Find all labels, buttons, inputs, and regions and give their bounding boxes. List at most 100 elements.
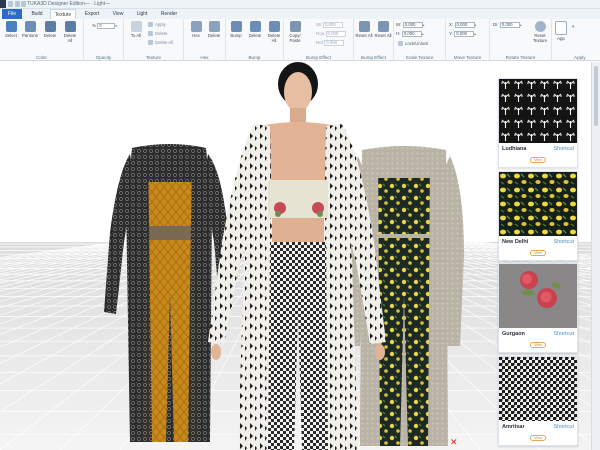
fabric-view-button[interactable]: View — [530, 157, 546, 163]
fabric-swatch-new-delhi — [499, 172, 577, 236]
fabric-view-button[interactable]: View — [530, 250, 546, 256]
reset-shirt-icon — [358, 21, 370, 32]
group-label-texture: Texture — [145, 55, 162, 60]
select-label: Select — [5, 33, 17, 38]
apply-icon — [148, 22, 153, 27]
panel-scrollbar[interactable] — [591, 62, 600, 450]
app-button[interactable]: App — [554, 21, 568, 41]
center-model[interactable] — [178, 62, 418, 450]
delete-label: Delete — [43, 33, 57, 38]
shirt-icon — [64, 21, 76, 32]
copy-paste-label: Copy/ Paste — [289, 33, 301, 43]
fabric-name: New Delhi — [502, 239, 529, 245]
fabric-swatch-gurgaon — [499, 264, 577, 328]
bump-shirt-icon — [230, 21, 242, 32]
tab-build[interactable]: Build — [26, 9, 48, 19]
move-x-field[interactable]: X: 0.000 ▴ — [449, 22, 479, 28]
group-label-hex: Hex — [200, 55, 209, 60]
group-color: Select Pantone Delete Delete All Color — [0, 19, 84, 61]
face — [284, 72, 312, 112]
delete-color-button[interactable]: Delete — [41, 21, 59, 38]
texture-to-all-button[interactable]: To All — [127, 21, 145, 38]
reset-all-button[interactable]: Reset All — [355, 21, 373, 38]
fabric-name: Amritsar — [502, 424, 525, 430]
bump-rou-field[interactable]: Rou 0.000 — [316, 31, 346, 37]
app-icon — [555, 21, 567, 35]
group-scale-texture: W: 0.000 ▴ H: 0.000 ▴ Lock/Unlock Scale Te… — [394, 19, 446, 61]
app-dropdown-icon[interactable]: ▾ — [572, 24, 574, 30]
reset-rotate-icon — [534, 21, 546, 32]
bump-label: Bump — [230, 33, 242, 38]
opacity-field[interactable]: % 0 ▾ — [92, 23, 119, 29]
houndstooth-pants — [268, 242, 328, 450]
bump-delete-all-button[interactable]: Delete All — [265, 21, 283, 43]
app-window: TUKA3D Designer Edition— · Light— File B… — [0, 0, 600, 450]
tab-export[interactable]: Export — [80, 9, 104, 19]
scale-w-field[interactable]: W: 0.000 ▴ — [396, 22, 427, 28]
fabric-shortcut-link[interactable]: Shortcut — [554, 239, 574, 245]
copy-paste-icon — [289, 21, 301, 32]
app-logo-icon — [0, 0, 6, 8]
fabric-card-new-delhi[interactable]: New Delhi Shortcut View — [498, 171, 578, 261]
copy-paste-button[interactable]: Copy/ Paste — [285, 21, 305, 43]
hex-button[interactable]: Hex — [187, 21, 205, 38]
move-y-field[interactable]: Y: 0.000 ▴ — [449, 31, 478, 37]
reset-all-2-button[interactable]: Reset All — [374, 21, 392, 38]
group-label-opacity: Opacity — [95, 55, 112, 60]
group-bump: Bump Delete Delete All Bump — [226, 19, 284, 61]
group-label-scale-texture: Scale Texture — [405, 55, 434, 60]
lock-unlock-button[interactable]: Lock/Unlock — [398, 41, 428, 46]
fabric-card-gurgaon[interactable]: Gurgaon Shortcut View — [498, 263, 578, 353]
color-select-icon — [5, 21, 17, 32]
select-color-button[interactable]: Select — [2, 21, 20, 38]
texture-delete-all-button[interactable]: Delete All — [148, 40, 173, 45]
panel-scrollbar-thumb[interactable] — [594, 66, 598, 126]
fabric-shortcut-link[interactable]: Shortcut — [554, 424, 574, 430]
texture-apply-button[interactable]: Apply — [148, 22, 166, 27]
lock-icon — [398, 41, 403, 46]
tab-file[interactable]: File — [2, 9, 22, 19]
bump-ref-field[interactable]: Ref 0.000 — [316, 40, 345, 46]
ribbon: Select Pantone Delete Delete All Color %… — [0, 19, 600, 61]
fabric-shortcut-link[interactable]: Shortcut — [554, 331, 574, 337]
reset-texture-button[interactable]: Reset Texture — [530, 21, 550, 43]
fabric-name: Gurgaon — [502, 331, 525, 337]
reset-all-shirt-icon — [377, 21, 389, 32]
rotate-di-field[interactable]: Di: 0.000 ▴ — [493, 22, 524, 28]
to-all-label: To All — [130, 33, 142, 38]
delete-icon — [148, 31, 153, 36]
hex-delete-icon — [208, 21, 220, 32]
save-icon[interactable] — [8, 1, 13, 7]
bump-str-field[interactable]: Str 0.000 — [316, 22, 344, 28]
bump-button[interactable]: Bump — [227, 21, 245, 38]
group-label-move-texture: Move Texture — [453, 55, 482, 60]
hex-delete-button[interactable]: Delete — [205, 21, 223, 38]
fabric-view-button[interactable]: View — [530, 435, 546, 441]
title-bar: TUKA3D Designer Edition— · Light— — [0, 0, 600, 9]
tab-render[interactable]: Render — [156, 9, 182, 19]
pantone-button[interactable]: Pantone — [21, 21, 39, 38]
bump-delete-all-icon — [268, 21, 280, 32]
group-opacity: % 0 ▾ Opacity — [84, 19, 124, 61]
tab-texture[interactable]: Texture — [50, 9, 76, 19]
group-label-rotate-texture: Rotate Texture — [505, 55, 536, 60]
pantone-label: Pantone — [21, 33, 38, 38]
fabric-swatch-amritsar — [499, 357, 577, 421]
delete-all-color-button[interactable]: Delete All — [61, 21, 79, 43]
app-label: App — [557, 36, 565, 41]
fabric-view-button[interactable]: View — [530, 342, 546, 348]
undo-icon[interactable] — [15, 1, 20, 7]
group-hex: Hex Delete Hex — [184, 19, 226, 61]
tab-view[interactable]: View — [108, 9, 128, 19]
group-label-bump: Bump — [248, 55, 261, 60]
fabric-card-ludhiana[interactable]: Ludhiana Shortcut View — [498, 78, 578, 168]
texture-delete-button[interactable]: Delete — [148, 31, 167, 36]
fabric-card-amritsar[interactable]: Amritsar Shortcut View — [498, 356, 578, 446]
redo-icon[interactable] — [21, 1, 26, 7]
axis-marker-icon: ✕ — [450, 438, 458, 448]
tab-light[interactable]: Light — [132, 9, 152, 19]
bump-delete-button[interactable]: Delete — [246, 21, 264, 38]
group-label-bump-effect: Bump Effect — [306, 55, 331, 60]
scale-h-field[interactable]: H: 0.000 ▴ — [396, 31, 426, 37]
fabric-shortcut-link[interactable]: Shortcut — [554, 146, 574, 152]
